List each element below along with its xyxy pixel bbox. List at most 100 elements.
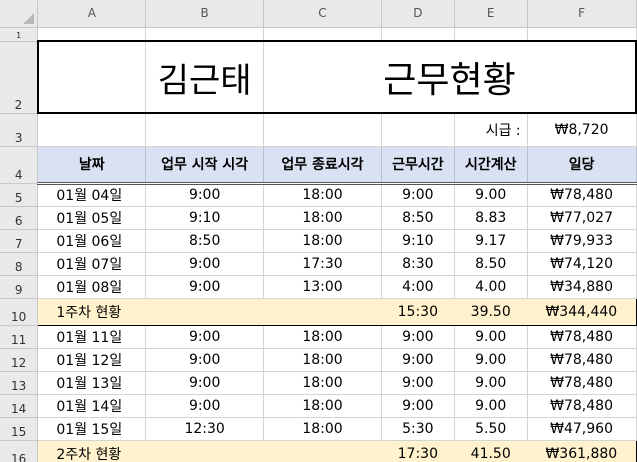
cell-start[interactable]: 9:00 (145, 371, 265, 395)
cell-hours[interactable]: 9:00 (381, 325, 455, 349)
cell-pay[interactable]: ₩47,960 (527, 417, 637, 441)
cell-e1[interactable] (454, 27, 528, 42)
cell-start[interactable]: 9:00 (145, 183, 265, 207)
cell-end[interactable]: 18:00 (263, 394, 382, 418)
title-subtitle[interactable]: 근무현황 (263, 40, 637, 114)
cell-hours[interactable]: 9:00 (381, 394, 455, 418)
header-hours-calc[interactable]: 시간계산 (454, 146, 528, 185)
cell-d3[interactable] (381, 113, 455, 147)
cell-date[interactable]: 01월 04일 (37, 183, 147, 207)
cell-end[interactable]: 17:30 (263, 252, 382, 276)
cell-hours[interactable]: 9:10 (381, 229, 455, 253)
cell-pay[interactable]: ₩77,027 (527, 206, 637, 230)
cell-c3[interactable] (263, 113, 382, 147)
cell-pay[interactable]: ₩78,480 (527, 325, 637, 349)
header-start-time[interactable]: 업무 시작 시각 (145, 146, 265, 185)
column-header-e[interactable]: E (454, 0, 528, 28)
cell-calc[interactable]: 8.83 (454, 206, 528, 230)
row-header-4[interactable]: 4 (0, 146, 39, 184)
cell-calc[interactable]: 9.00 (454, 348, 528, 372)
cell-calc[interactable]: 9.00 (454, 394, 528, 418)
cell-end[interactable]: 18:00 (263, 325, 382, 349)
summary-pay[interactable]: ₩361,880 (527, 439, 637, 462)
header-date[interactable]: 날짜 (37, 146, 147, 185)
cell-hours[interactable]: 8:30 (381, 252, 455, 276)
cell-calc[interactable]: 9.00 (454, 183, 528, 207)
cell-date[interactable]: 01월 13일 (37, 371, 147, 395)
row-header[interactable]: 6 (0, 206, 39, 230)
cell-start[interactable]: 9:00 (145, 275, 265, 299)
cell-date[interactable]: 01월 05일 (37, 206, 147, 230)
column-header-d[interactable]: D (381, 0, 455, 28)
row-header[interactable]: 9 (0, 275, 39, 299)
cell-start[interactable]: 9:00 (145, 325, 265, 349)
summary-label[interactable]: 1주차 현황 (37, 297, 382, 326)
summary-label[interactable]: 2주차 현황 (37, 439, 382, 462)
cell-start[interactable]: 8:50 (145, 229, 265, 253)
column-header-a[interactable]: A (37, 0, 147, 28)
title-name[interactable]: 김근태 (145, 40, 265, 114)
cell-hours[interactable]: 9:00 (381, 371, 455, 395)
cell-calc[interactable]: 4.00 (454, 275, 528, 299)
cell-start[interactable]: 12:30 (145, 417, 265, 441)
row-header[interactable]: 7 (0, 229, 39, 253)
row-header[interactable]: 15 (0, 417, 39, 441)
row-header[interactable]: 5 (0, 183, 39, 207)
cell-date[interactable]: 01월 06일 (37, 229, 147, 253)
cell-hours[interactable]: 9:00 (381, 348, 455, 372)
cell-d1[interactable] (381, 27, 455, 42)
cell-hours[interactable]: 4:00 (381, 275, 455, 299)
row-header[interactable]: 8 (0, 252, 39, 276)
column-header-c[interactable]: C (263, 0, 382, 28)
cell-date[interactable]: 01월 07일 (37, 252, 147, 276)
row-header[interactable]: 10 (0, 298, 39, 326)
cell-calc[interactable]: 9.00 (454, 371, 528, 395)
select-all-corner[interactable] (0, 0, 39, 28)
wage-label[interactable]: 시급 : (454, 113, 528, 147)
cell-c1[interactable] (263, 27, 382, 42)
cell-end[interactable]: 18:00 (263, 229, 382, 253)
cell-calc[interactable]: 5.50 (454, 417, 528, 441)
row-header-3[interactable]: 3 (0, 113, 39, 147)
cell-b1[interactable] (145, 27, 265, 42)
cell-calc[interactable]: 9.00 (454, 325, 528, 349)
cell-hours[interactable]: 5:30 (381, 417, 455, 441)
cell-pay[interactable]: ₩78,480 (527, 183, 637, 207)
column-header-b[interactable]: B (145, 0, 265, 28)
cell-start[interactable]: 9:00 (145, 348, 265, 372)
wage-value[interactable]: ₩8,720 (527, 113, 637, 147)
cell-date[interactable]: 01월 11일 (37, 325, 147, 349)
cell-pay[interactable]: ₩34,880 (527, 275, 637, 299)
header-work-hours[interactable]: 근무시간 (381, 146, 455, 185)
cell-pay[interactable]: ₩79,933 (527, 229, 637, 253)
cell-end[interactable]: 18:00 (263, 348, 382, 372)
row-header[interactable]: 13 (0, 371, 39, 395)
row-header-1[interactable]: 1 (0, 27, 39, 42)
column-header-f[interactable]: F (527, 0, 637, 28)
cell-date[interactable]: 01월 14일 (37, 394, 147, 418)
header-end-time[interactable]: 업무 종료시각 (263, 146, 382, 185)
summary-calc[interactable]: 39.50 (454, 297, 528, 326)
cell-start[interactable]: 9:10 (145, 206, 265, 230)
cell-pay[interactable]: ₩78,480 (527, 371, 637, 395)
cell-start[interactable]: 9:00 (145, 252, 265, 276)
summary-hours[interactable]: 17:30 (381, 439, 455, 462)
row-header-2[interactable]: 2 (0, 41, 39, 114)
header-daily-pay[interactable]: 일당 (527, 146, 637, 185)
cell-end[interactable]: 18:00 (263, 371, 382, 395)
cell-pay[interactable]: ₩78,480 (527, 348, 637, 372)
summary-calc[interactable]: 41.50 (454, 439, 528, 462)
cell-calc[interactable]: 9.17 (454, 229, 528, 253)
cell-end[interactable]: 13:00 (263, 275, 382, 299)
summary-pay[interactable]: ₩344,440 (527, 297, 637, 326)
cell-a1[interactable] (37, 27, 147, 42)
cell-date[interactable]: 01월 08일 (37, 275, 147, 299)
row-header[interactable]: 14 (0, 394, 39, 418)
cell-b3[interactable] (145, 113, 265, 147)
cell-hours[interactable]: 9:00 (381, 183, 455, 207)
cell-a3[interactable] (37, 113, 147, 147)
cell-start[interactable]: 9:00 (145, 394, 265, 418)
cell-end[interactable]: 18:00 (263, 206, 382, 230)
cell-date[interactable]: 01월 12일 (37, 348, 147, 372)
cell-a2[interactable] (36, 40, 147, 114)
